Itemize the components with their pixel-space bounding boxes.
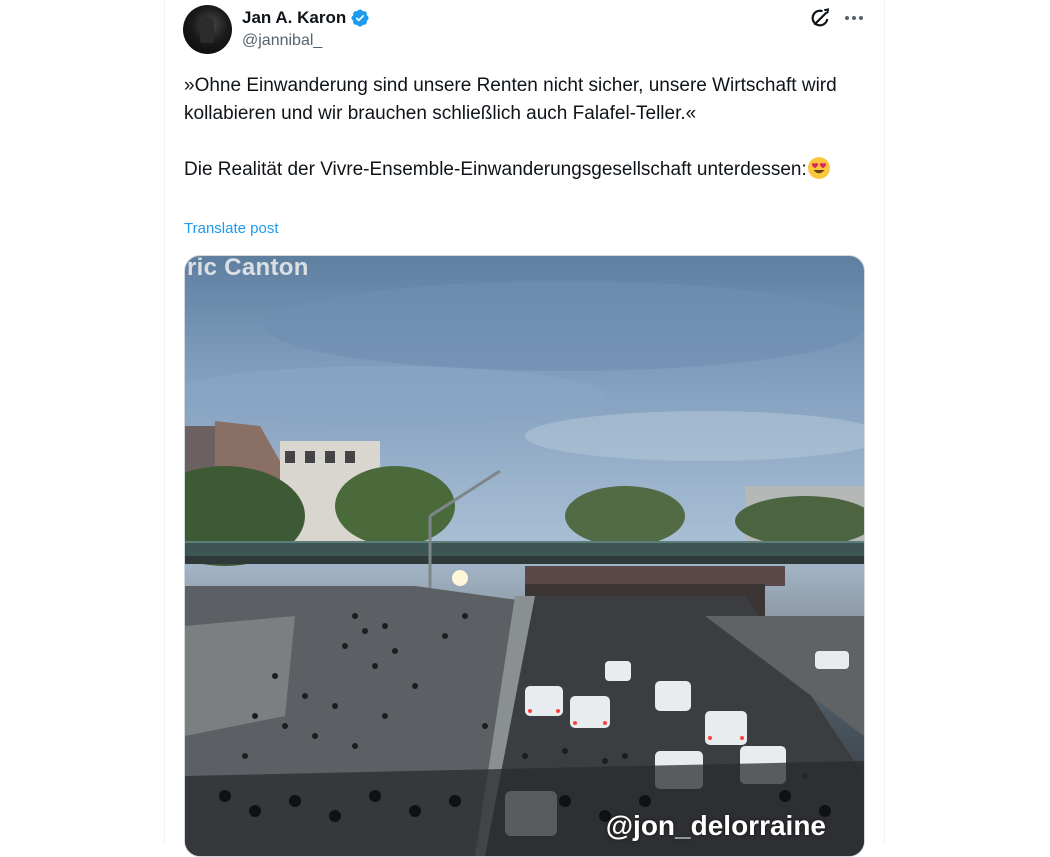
more-icon[interactable] [842,6,866,30]
heart-eyes-emoji-icon [807,157,830,179]
verified-badge-icon[interactable] [350,8,370,28]
author-handle[interactable]: @jannibal_ [242,32,322,50]
post-text-line2: Die Realität der Vivre-Ensemble-Einwande… [184,159,807,180]
grok-icon[interactable] [808,6,832,30]
video-frame [185,281,864,856]
translate-post-link[interactable]: Translate post [184,220,279,237]
video-watermark-bottom: @jon_delorraine [605,810,826,841]
post-text: »Ohne Einwanderung sind unsere Renten ni… [184,72,874,184]
video-watermark-top: ric Canton [187,255,309,281]
avatar[interactable] [183,5,232,54]
post-video[interactable]: ric Canton @jon_delorraine [184,255,865,857]
author-name[interactable]: Jan A. Karon [242,8,346,28]
post-text-line1: »Ohne Einwanderung sind unsere Renten ni… [184,75,837,124]
author-row: Jan A. Karon [242,8,370,28]
